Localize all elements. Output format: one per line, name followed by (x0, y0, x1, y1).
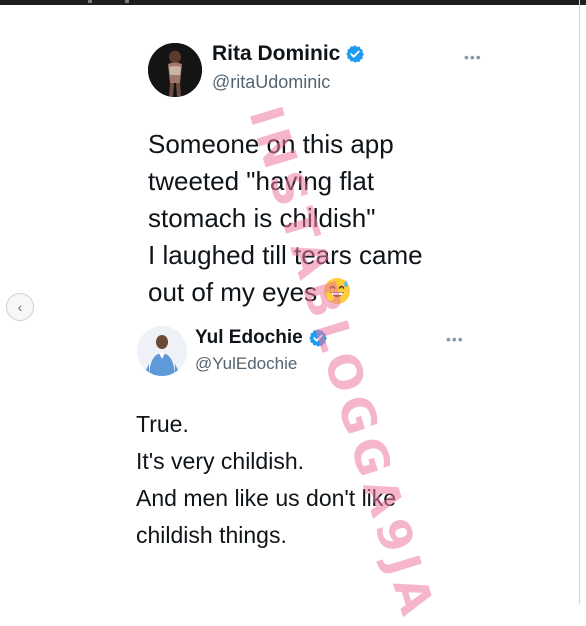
verified-badge-icon (345, 44, 365, 64)
more-dots-icon[interactable]: ••• (464, 50, 482, 64)
previous-image-button[interactable]: ‹ (6, 293, 34, 321)
chevron-left-icon: ‹ (17, 299, 23, 315)
tweet-line-with-emoji: out of my eyes (148, 274, 423, 315)
avatar[interactable] (148, 43, 202, 97)
display-name-label: Rita Dominic (212, 42, 341, 65)
top-strip-mark (88, 0, 92, 3)
display-name[interactable]: Rita Dominic (212, 42, 365, 66)
tweet-line: childish things. (136, 522, 287, 548)
avatar[interactable] (137, 326, 187, 376)
more-dots-icon[interactable]: ••• (446, 332, 464, 346)
handle[interactable]: @ritaUdominic (212, 71, 330, 93)
top-strip (0, 0, 586, 5)
top-strip-mark (125, 0, 129, 3)
divider (579, 0, 580, 604)
display-name-label: Yul Edochie (195, 327, 303, 348)
handle[interactable]: @YulEdochie (195, 353, 297, 375)
avatar-photo (137, 326, 187, 376)
avatar-photo (148, 43, 202, 97)
